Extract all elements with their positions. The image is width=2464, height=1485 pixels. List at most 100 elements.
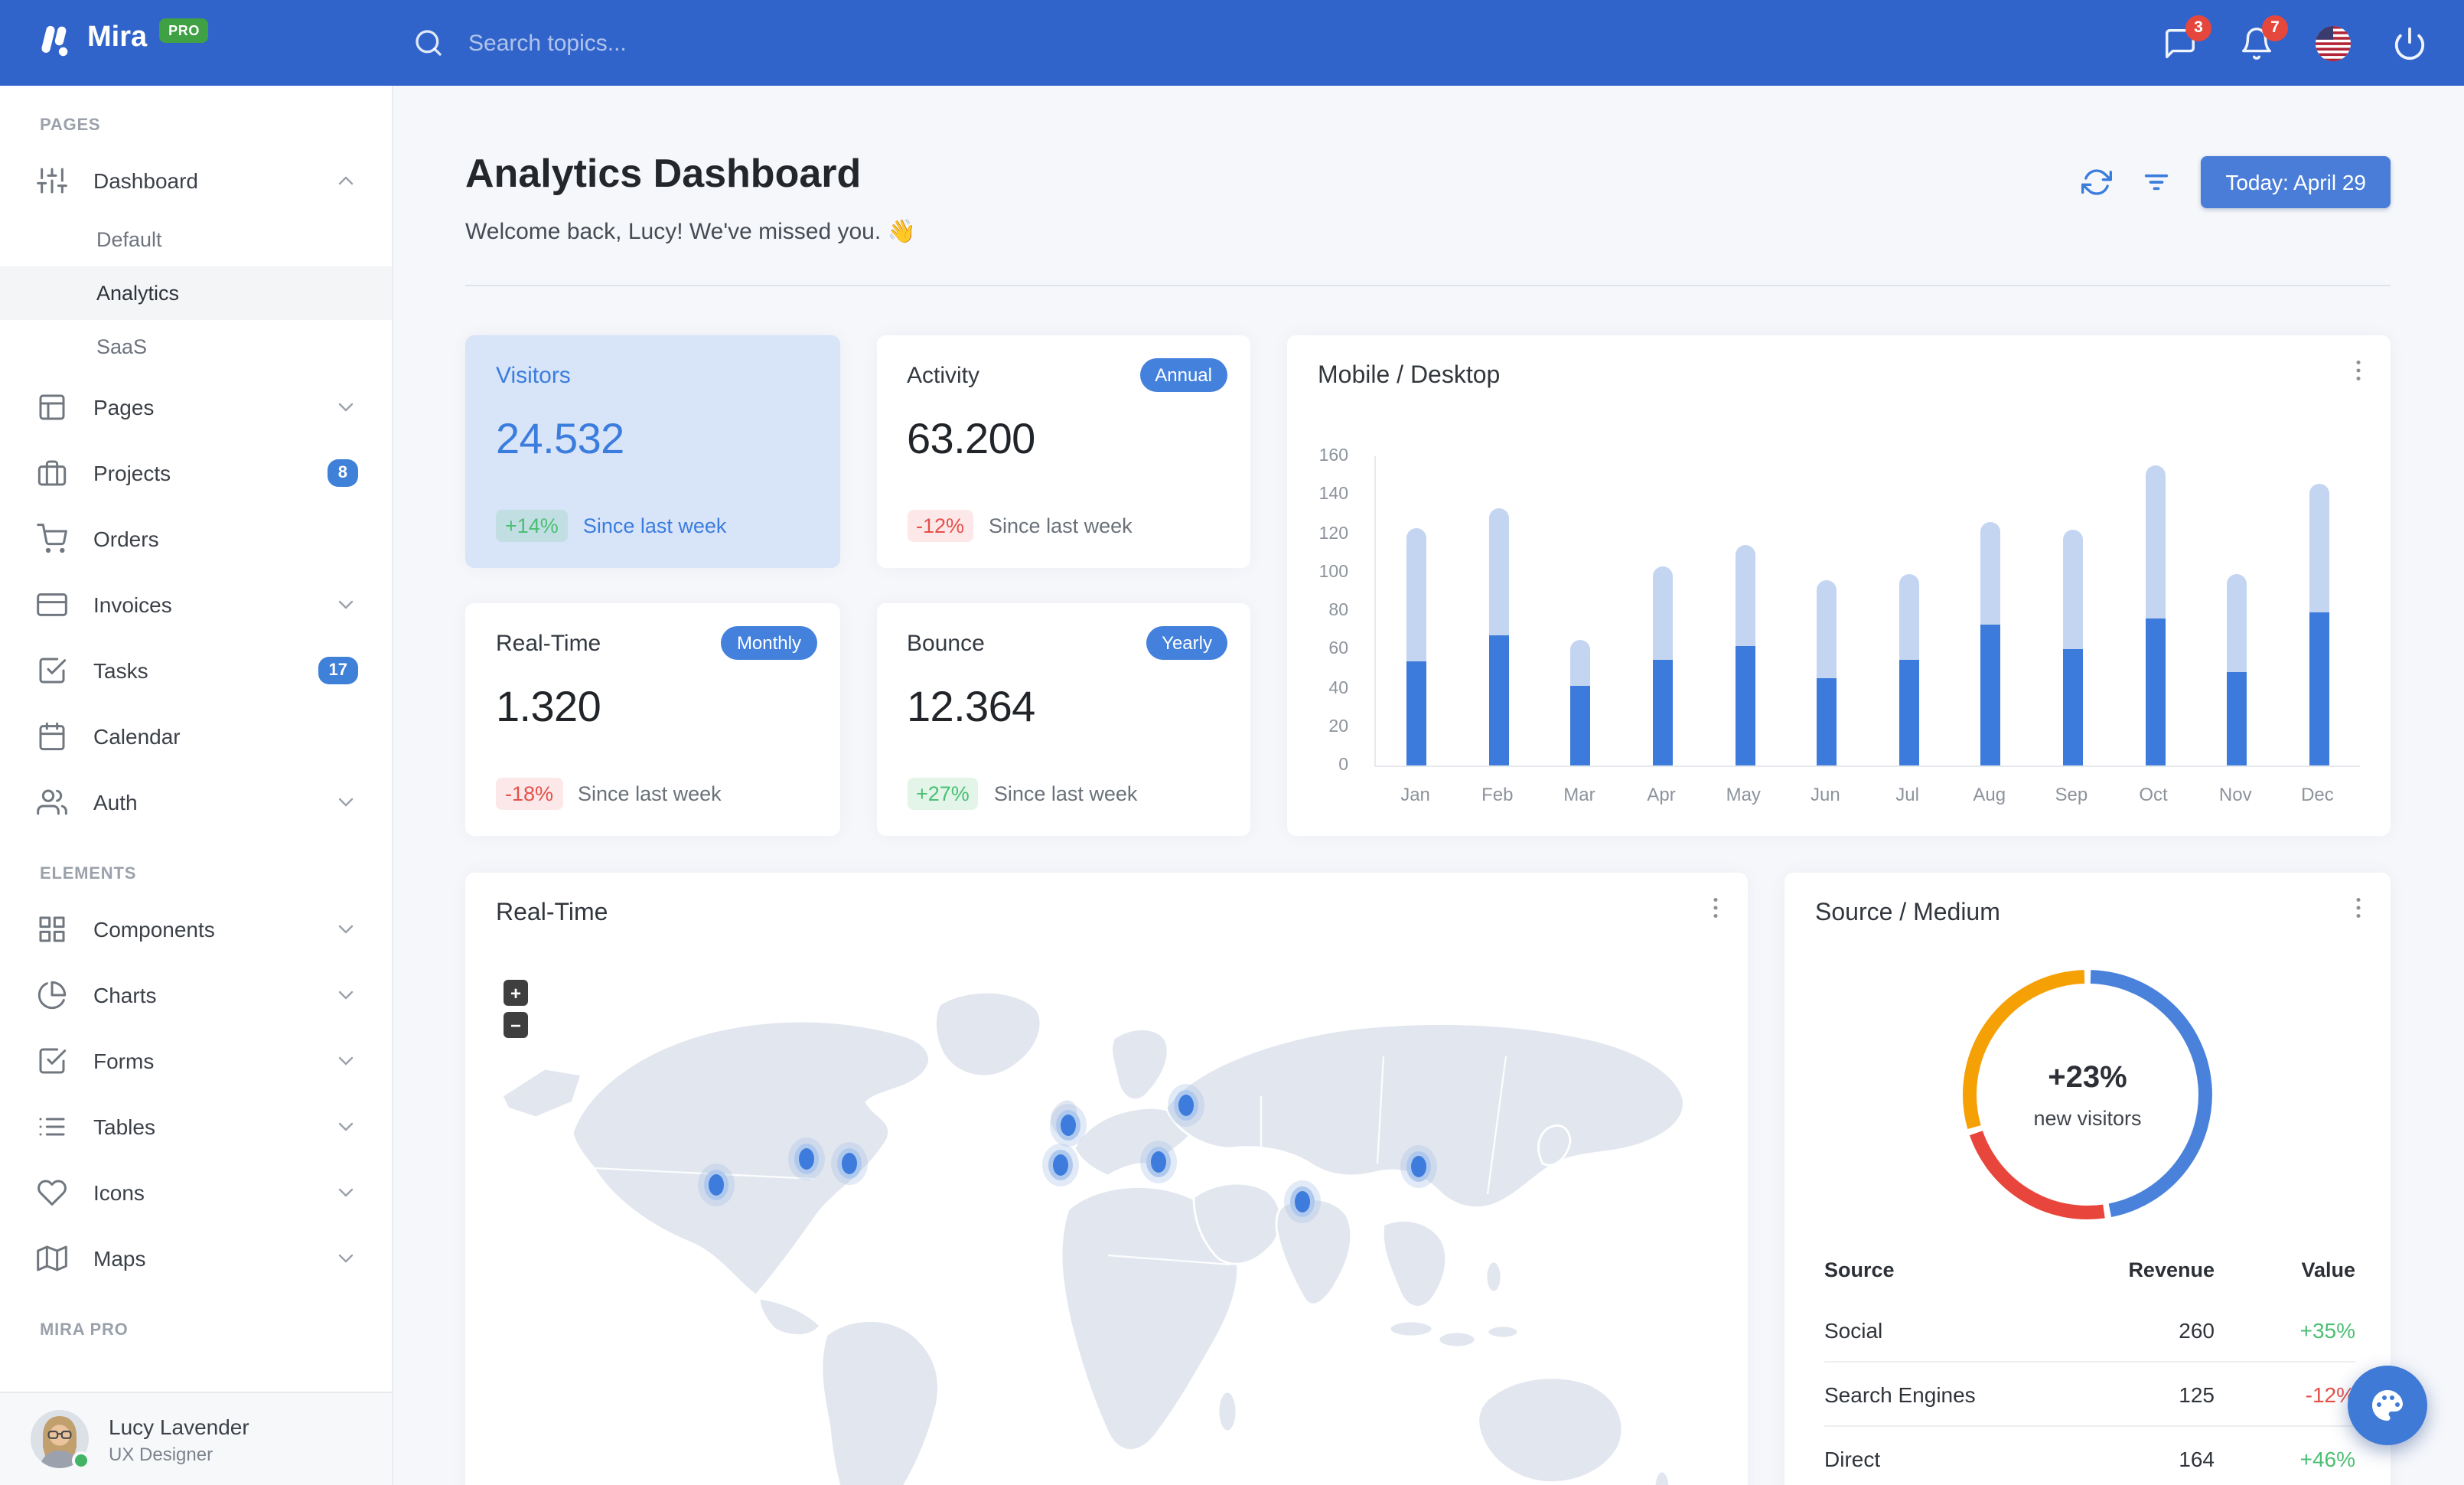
- chevron-up-icon: [334, 168, 358, 192]
- stat-period-pill[interactable]: Monthly: [721, 626, 816, 660]
- stat-period-pill[interactable]: Annual: [1139, 358, 1227, 392]
- cell-source: Direct: [1824, 1446, 1881, 1470]
- sidebar-user[interactable]: Lucy Lavender UX Designer: [0, 1392, 392, 1485]
- bar-segment-mobile: [2309, 612, 2329, 765]
- chevron-down-icon: [334, 1245, 358, 1270]
- map-marker[interactable]: [1146, 1146, 1172, 1177]
- realtime-map-card: Real-Time + −: [465, 873, 1748, 1485]
- map-marker[interactable]: [1173, 1090, 1198, 1121]
- sidebar-item-tasks[interactable]: Tasks 17: [0, 637, 392, 703]
- notifications-button[interactable]: 7: [2239, 15, 2288, 60]
- refresh-button[interactable]: [2081, 167, 2113, 197]
- sidebar-subitem-saas[interactable]: SaaS: [0, 320, 392, 374]
- logout-button[interactable]: [2392, 25, 2427, 60]
- check-square-icon: [37, 1045, 67, 1075]
- card-menu-button[interactable]: [2345, 357, 2372, 384]
- map-marker[interactable]: [1055, 1110, 1080, 1141]
- donut-slice-search-engines: [1969, 1131, 2105, 1219]
- sidebar-item-label: Charts: [93, 982, 157, 1007]
- y-axis-tick: 20: [1328, 717, 1348, 736]
- stat-value: 12.364: [907, 683, 1035, 730]
- chevron-down-icon: [334, 592, 358, 616]
- world-map[interactable]: [465, 949, 1748, 1485]
- brand[interactable]: Mira PRO: [34, 18, 209, 68]
- power-icon: [2392, 25, 2427, 60]
- donut-slice-social: [2090, 970, 2212, 1217]
- pie-chart-icon: [37, 979, 67, 1010]
- sidebar-item-invoices[interactable]: Invoices: [0, 571, 392, 637]
- col-header-source: Source: [1824, 1258, 1895, 1281]
- navbar-actions: 3 7: [2163, 0, 2427, 86]
- table-row[interactable]: Social 260 +35%: [1824, 1298, 2355, 1361]
- list-icon: [37, 1111, 67, 1141]
- sidebar-item-orders[interactable]: Orders: [0, 505, 392, 571]
- sidebar-badge: 8: [327, 459, 358, 486]
- map-marker[interactable]: [837, 1148, 862, 1179]
- sidebar-item-label: Pages: [93, 394, 155, 419]
- x-axis-tick: Jul: [1895, 784, 1919, 805]
- sidebar-item-label: Tasks: [93, 658, 148, 682]
- map-marker[interactable]: [704, 1170, 729, 1201]
- search-input[interactable]: [465, 28, 823, 57]
- sidebar-item-pages[interactable]: Pages: [0, 374, 392, 439]
- sidebar-subitem-default[interactable]: Default: [0, 213, 392, 266]
- bar-segment-mobile: [2062, 649, 2083, 765]
- stat-period-pill[interactable]: Yearly: [1146, 626, 1227, 660]
- map-zoom-out-button[interactable]: −: [504, 1012, 528, 1038]
- kebab-icon: [2345, 894, 2372, 922]
- table-row[interactable]: Search Engines 125 -12%: [1824, 1361, 2355, 1425]
- y-axis-tick: 40: [1328, 679, 1348, 697]
- date-button[interactable]: Today: April 29: [2201, 156, 2391, 208]
- cell-value: +35%: [2299, 1317, 2355, 1342]
- sidebar-item-dashboard[interactable]: Dashboard: [0, 147, 392, 213]
- shopping-cart-icon: [37, 523, 67, 553]
- bar-apr: [1653, 566, 1674, 765]
- sidebar-item-calendar[interactable]: Calendar: [0, 703, 392, 769]
- check-square-icon: [37, 654, 67, 685]
- page-title: Analytics Dashboard: [465, 150, 862, 196]
- card-menu-button[interactable]: [2345, 894, 2372, 922]
- stat-delta-badge: -18%: [496, 778, 563, 810]
- sidebar-subitem-analytics[interactable]: Analytics: [0, 266, 392, 320]
- map-marker[interactable]: [1048, 1150, 1073, 1181]
- cell-revenue: 164: [2179, 1446, 2215, 1470]
- map-zoom-in-button[interactable]: +: [504, 980, 528, 1006]
- heart-icon: [37, 1177, 67, 1207]
- bar-nov: [2227, 574, 2247, 765]
- card-menu-button[interactable]: [1702, 894, 1729, 922]
- language-selector[interactable]: [2316, 25, 2351, 60]
- table-row[interactable]: Direct 164 +46%: [1824, 1425, 2355, 1485]
- theme-settings-button[interactable]: [2348, 1366, 2427, 1445]
- sidebar-item-label: Maps: [93, 1245, 146, 1270]
- sidebar-item-forms[interactable]: Forms: [0, 1027, 392, 1093]
- sidebar-item-auth[interactable]: Auth: [0, 769, 392, 834]
- stat-caption: Since last week: [578, 782, 722, 805]
- map-marker[interactable]: [1290, 1186, 1315, 1217]
- sidebar-item-charts[interactable]: Charts: [0, 961, 392, 1027]
- bar-jan: [1406, 527, 1427, 765]
- sidebar-item-label: Orders: [93, 526, 159, 550]
- sidebar-item-maps[interactable]: Maps: [0, 1225, 392, 1291]
- notifications-count-badge: 7: [2262, 15, 2288, 41]
- map-marker[interactable]: [1406, 1150, 1431, 1182]
- stat-value: 63.200: [907, 415, 1035, 462]
- sidebar-item-projects[interactable]: Projects 8: [0, 439, 392, 505]
- stat-delta-badge: -12%: [907, 510, 974, 542]
- bar-jul: [1899, 574, 1919, 765]
- x-axis-tick: Dec: [2301, 784, 2334, 805]
- sidebar-item-label: Calendar: [93, 723, 181, 748]
- sidebar-item-components[interactable]: Components: [0, 896, 392, 961]
- stat-caption: Since last week: [993, 782, 1138, 805]
- chevron-down-icon: [334, 789, 358, 814]
- cell-source: Social: [1824, 1317, 1883, 1342]
- header-divider: [465, 285, 2391, 286]
- messages-button[interactable]: 3: [2163, 15, 2211, 60]
- sidebar-item-icons[interactable]: Icons: [0, 1159, 392, 1225]
- sidebar-item-label: Dashboard: [93, 168, 198, 192]
- table-header-row: Source Revenue Value: [1824, 1240, 2355, 1298]
- filter-button[interactable]: [2141, 167, 2172, 197]
- sidebar-item-tables[interactable]: Tables: [0, 1093, 392, 1159]
- map-marker[interactable]: [794, 1143, 819, 1174]
- donut-chart: +23% new visitors: [1934, 942, 2241, 1248]
- bar-feb: [1488, 508, 1509, 765]
